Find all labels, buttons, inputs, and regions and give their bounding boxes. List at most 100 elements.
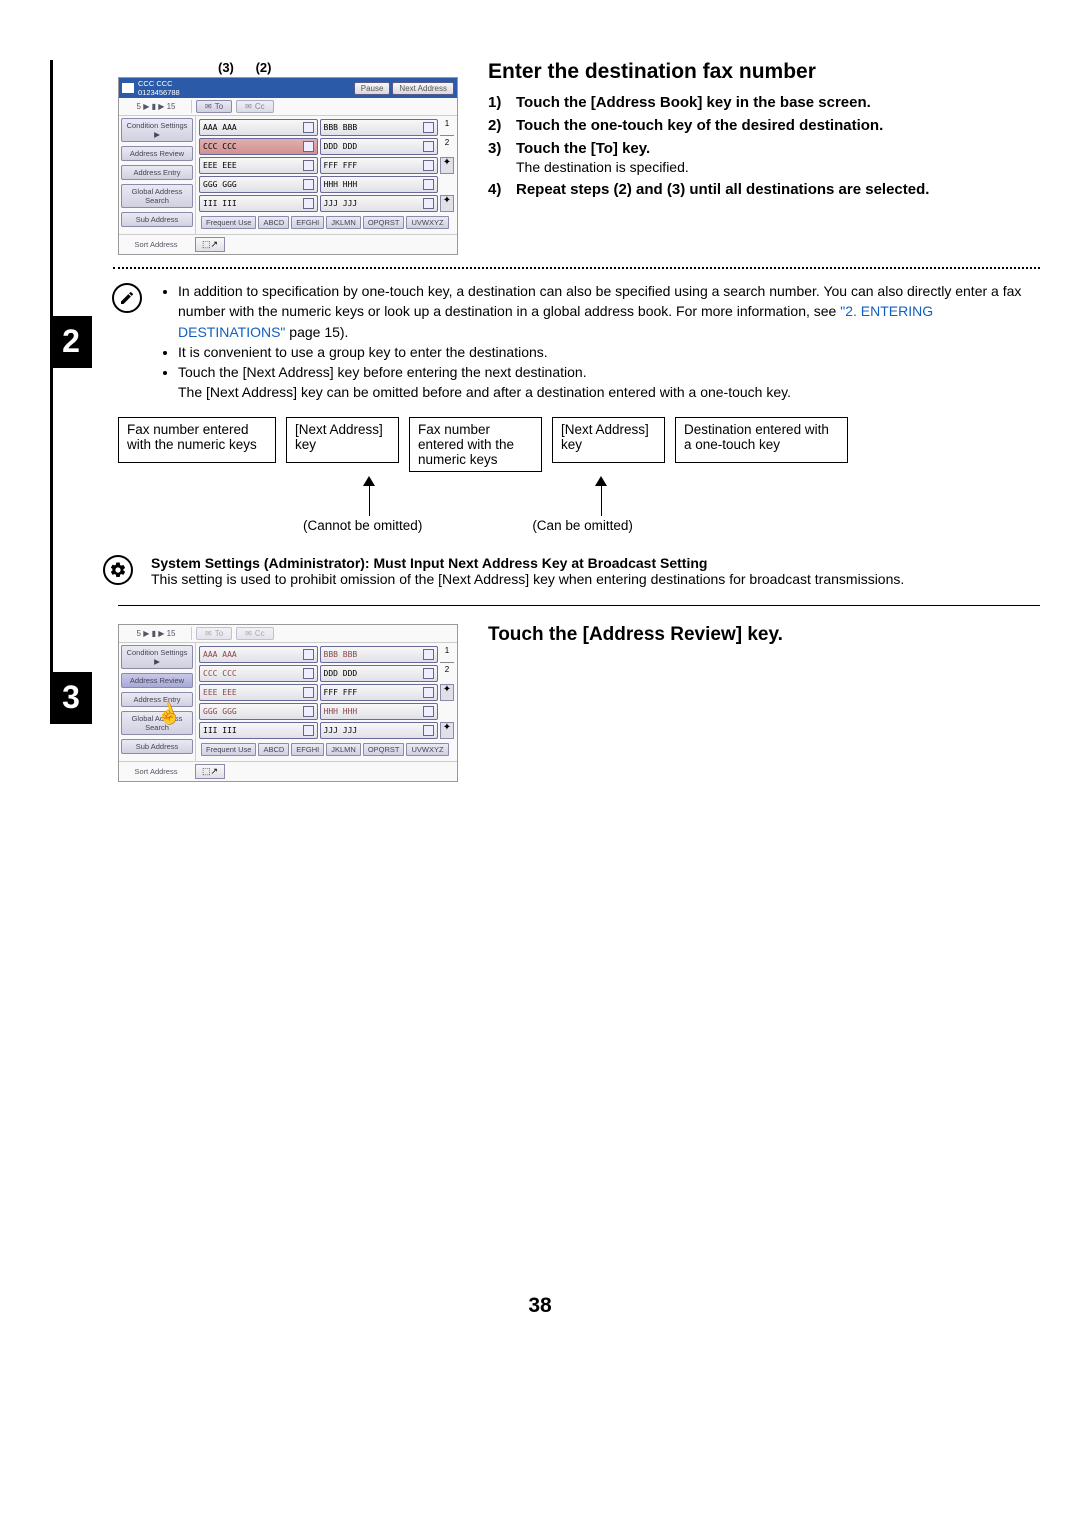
step2-heading: Enter the destination fax number	[488, 60, 929, 84]
tab-jklmn[interactable]: JKLMN	[326, 216, 361, 229]
alpha-tabs: Frequent Use ABCD EFGHI JKLMN OPQRST UVW…	[199, 216, 454, 231]
tab-uvwxyz[interactable]: UVWXYZ	[406, 743, 448, 756]
scroll-up[interactable]: ✦	[440, 684, 454, 701]
sidebar-global-search[interactable]: Global Address Search	[121, 184, 193, 208]
flow-diagram: Fax number entered with the numeric keys…	[118, 417, 1040, 472]
phone-icon	[303, 160, 314, 171]
cc-tab[interactable]: ✉Cc	[236, 627, 273, 640]
sort-button[interactable]: ⬚↗	[195, 237, 225, 252]
tab-frequent[interactable]: Frequent Use	[201, 216, 256, 229]
sort-address-label: Sort Address	[121, 764, 191, 779]
nav-row: 5 ▶ ▮ ▶ 15 ✉To ✉Cc	[119, 625, 457, 643]
entry-iii[interactable]: III III	[199, 722, 318, 739]
phone-icon	[423, 160, 434, 171]
entry-jjj[interactable]: JJJ JJJ	[320, 722, 439, 739]
flow-box-5: Destination entered with a one-touch key	[675, 417, 848, 463]
sidebar: Condition Settings ▶ Address Review Addr…	[119, 643, 196, 761]
sidebar-sub-address[interactable]: Sub Address	[121, 739, 193, 754]
phone-icon	[423, 706, 434, 717]
callout-labels: (3) (2)	[118, 60, 458, 75]
phone-icon	[423, 141, 434, 152]
tab-efghi[interactable]: EFGHI	[291, 216, 324, 229]
flow-box-3: Fax number entered with the numeric keys	[409, 417, 542, 472]
entry-hhh[interactable]: HHH HHH	[320, 176, 439, 193]
page-total: 2	[440, 138, 454, 155]
flow-box-4: [Next Address] key	[552, 417, 665, 463]
phone-icon	[303, 725, 314, 736]
tab-abcd[interactable]: ABCD	[258, 216, 289, 229]
breadcrumb: 5 ▶ ▮ ▶ 15	[121, 100, 192, 113]
phone-icon	[303, 687, 314, 698]
sidebar-sub-address[interactable]: Sub Address	[121, 212, 193, 227]
entry-ccc-selected[interactable]: CCC CCC	[199, 138, 318, 155]
sidebar-address-review-selected[interactable]: Address Review	[121, 673, 193, 688]
gear-icon	[103, 555, 133, 585]
tab-abcd[interactable]: ABCD	[258, 743, 289, 756]
entry-ccc[interactable]: CCC CCC	[199, 665, 318, 682]
entry-ddd[interactable]: DDD DDD	[320, 138, 439, 155]
to-tab[interactable]: ✉To	[196, 100, 232, 113]
entry-aaa[interactable]: AAA AAA	[199, 646, 318, 663]
step-number-3: 3	[50, 672, 92, 724]
phone-icon	[423, 668, 434, 679]
screen-header: CCC CCC 0123456788 Pause Next Address	[119, 78, 457, 98]
group-icon	[423, 649, 434, 660]
phone-icon	[303, 141, 314, 152]
admin-note: System Settings (Administrator): Must In…	[151, 555, 904, 587]
to-tab[interactable]: ✉To	[196, 627, 232, 640]
tab-uvwxyz[interactable]: UVWXYZ	[406, 216, 448, 229]
sidebar-condition-settings[interactable]: Condition Settings ▶	[121, 645, 193, 669]
phone-icon	[423, 179, 434, 190]
scroll-up[interactable]: ✦	[440, 157, 454, 174]
notes-list: In addition to specification by one-touc…	[160, 281, 1040, 403]
entry-eee[interactable]: EEE EEE	[199, 157, 318, 174]
phone-icon	[423, 725, 434, 736]
flow-labels: (Cannot be omitted) (Can be omitted)	[303, 518, 1040, 533]
contact-icon	[122, 83, 134, 93]
cc-tab[interactable]: ✉Cc	[236, 100, 273, 113]
entry-bbb[interactable]: BBB BBB	[320, 119, 439, 136]
group-icon	[303, 649, 314, 660]
sort-address-label: Sort Address	[121, 237, 191, 252]
entry-fff[interactable]: FFF FFF	[320, 157, 439, 174]
breadcrumb: 5 ▶ ▮ ▶ 15	[121, 627, 192, 640]
sidebar: Condition Settings ▶ Address Review Addr…	[119, 116, 196, 234]
group-icon	[303, 122, 314, 133]
phone-icon	[423, 198, 434, 209]
scroll-down[interactable]: ✦	[440, 195, 454, 212]
sidebar-address-entry[interactable]: Address Entry	[121, 165, 193, 180]
phone-icon	[303, 668, 314, 679]
tab-opqrst[interactable]: OPQRST	[363, 216, 405, 229]
tab-frequent[interactable]: Frequent Use	[201, 743, 256, 756]
pause-button[interactable]: Pause	[354, 82, 391, 95]
entry-ddd[interactable]: DDD DDD	[320, 665, 439, 682]
sidebar-address-review[interactable]: Address Review	[121, 146, 193, 161]
tab-efghi[interactable]: EFGHI	[291, 743, 324, 756]
instruction-list: 1)Touch the [Address Book] key in the ba…	[488, 94, 929, 198]
entry-fff[interactable]: FFF FFF	[320, 684, 439, 701]
entry-aaa[interactable]: AAA AAA	[199, 119, 318, 136]
next-address-button[interactable]: Next Address	[392, 82, 454, 95]
flow-box-1: Fax number entered with the numeric keys	[118, 417, 276, 463]
entry-ggg[interactable]: GGG GGG	[199, 176, 318, 193]
sort-button[interactable]: ⬚↗	[195, 764, 225, 779]
sidebar-condition-settings[interactable]: Condition Settings ▶	[121, 118, 193, 142]
entry-eee[interactable]: EEE EEE	[199, 684, 318, 701]
phone-icon	[303, 706, 314, 717]
arrow-up-icon	[595, 476, 607, 516]
tab-opqrst[interactable]: OPQRST	[363, 743, 405, 756]
tab-jklmn[interactable]: JKLMN	[326, 743, 361, 756]
page-current: 1	[440, 119, 454, 136]
entry-ggg[interactable]: GGG GGG	[199, 703, 318, 720]
entry-iii[interactable]: III III	[199, 195, 318, 212]
entry-bbb[interactable]: BBB BBB	[320, 646, 439, 663]
scroll-down[interactable]: ✦	[440, 722, 454, 739]
entry-jjj[interactable]: JJJ JJJ	[320, 195, 439, 212]
pencil-icon	[112, 283, 142, 313]
group-icon	[423, 122, 434, 133]
entry-hhh[interactable]: HHH HHH	[320, 703, 439, 720]
step3-heading: Touch the [Address Review] key.	[488, 624, 783, 646]
page-number: 38	[0, 1294, 1080, 1318]
nav-row: 5 ▶ ▮ ▶ 15 ✉To ✉Cc	[119, 98, 457, 116]
address-book-screen-1: CCC CCC 0123456788 Pause Next Address 5 …	[118, 77, 458, 255]
